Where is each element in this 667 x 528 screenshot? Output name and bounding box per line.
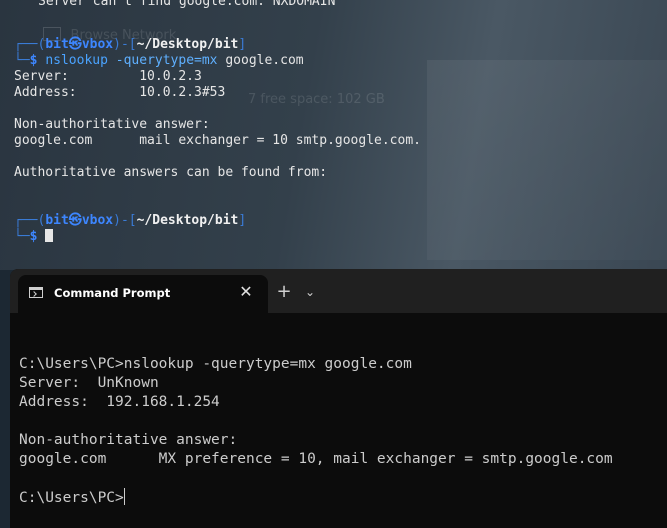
kali-output-line: google.com mail exchanger = 10 smtp.goog… (14, 133, 421, 148)
kali-text-cursor (45, 229, 54, 242)
cmd-text-cursor (123, 488, 125, 505)
kali-output-line: Address: 10.0.2.3#53 (14, 85, 226, 100)
tab-command-prompt[interactable]: Command Prompt ✕ (18, 275, 268, 313)
background-free-space-ghost: 7 free space: 102 GB (248, 92, 385, 107)
kali-prompt-line-1: ┌──(bit㉿vbox)-[~/Desktop/bit] (14, 37, 247, 52)
cmd-prompt: C:\Users\PC> (19, 490, 124, 506)
cmd-input-line[interactable]: C:\Users\PC> (19, 488, 125, 508)
cmd-output-line: C:\Users\PC>nslookup -querytype=mx googl… (19, 356, 412, 372)
close-tab-icon[interactable]: ✕ (236, 282, 256, 302)
cmd-output-line: Address: 192.168.1.254 (19, 394, 220, 410)
chevron-down-icon[interactable]: ⌄ (300, 282, 320, 302)
terminal-title-bar[interactable]: Command Prompt ✕ + ⌄ (10, 269, 667, 313)
cmd-output-line: Server: UnKnown (19, 375, 159, 391)
kali-command-line-1: └─$ nslookup -querytype=mx google.com (14, 53, 304, 68)
kali-output-line: Authoritative answers can be found from: (14, 165, 328, 180)
kali-output-line: Server: 10.0.2.3 (14, 69, 202, 84)
tab-title: Command Prompt (54, 286, 171, 300)
kali-terminal-window[interactable]: Browse Network 7 free space: 102 GB Serv… (0, 0, 667, 270)
cmd-output-line: google.com MX preference = 10, mail exch… (19, 451, 613, 467)
cmd-icon (29, 287, 43, 298)
windows-terminal-window[interactable]: Command Prompt ✕ + ⌄ C:\Users\PC>nslooku… (10, 269, 667, 528)
kali-output-line: Non-authoritative answer: (14, 117, 210, 132)
new-tab-button[interactable]: + (274, 282, 294, 302)
cmd-output-line: Non-authoritative answer: (19, 432, 238, 448)
desktop-background-decor (427, 60, 667, 260)
kali-prompt-line-2: ┌──(bit㉿vbox)-[~/Desktop/bit] (14, 213, 247, 228)
kali-command-line-2[interactable]: └─$ (14, 229, 54, 245)
kali-top-output-line: Server can't find google.com: NXDOMAIN (38, 0, 336, 9)
